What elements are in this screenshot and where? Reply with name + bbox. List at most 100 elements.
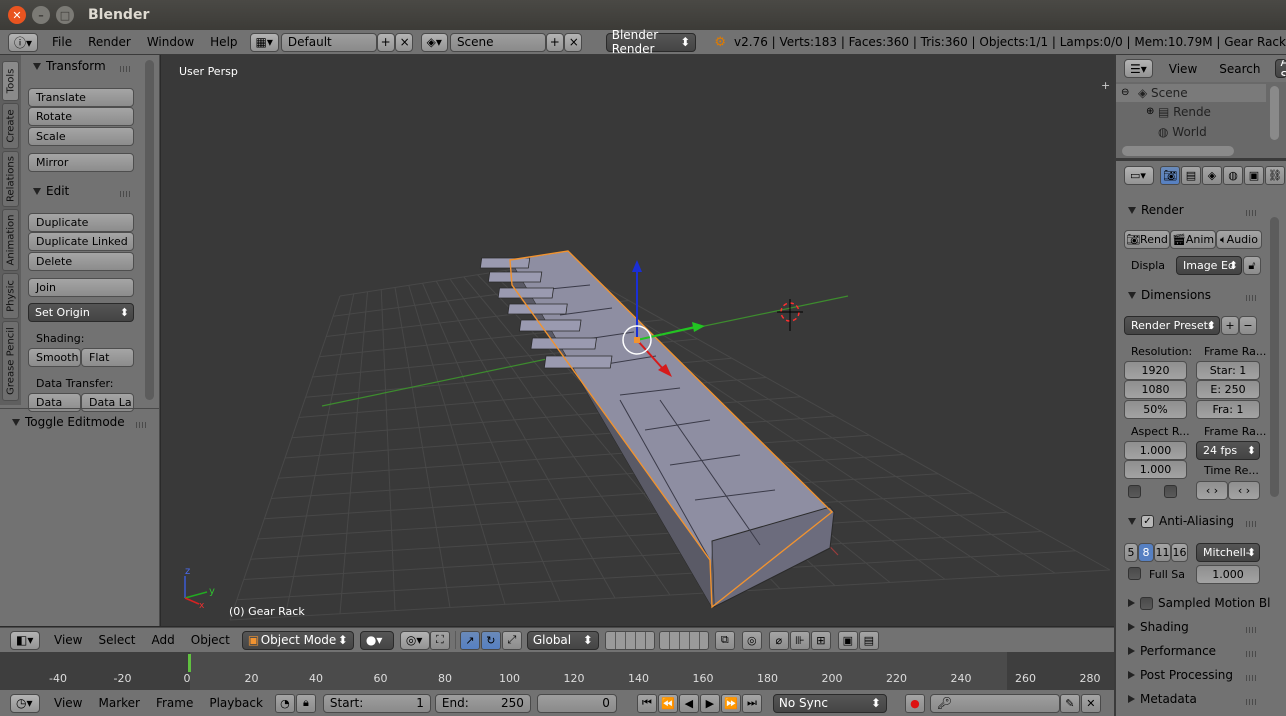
duplicate-button[interactable]: Duplicate: [28, 213, 134, 232]
prev-keyframe-icon[interactable]: ⏪: [657, 693, 678, 713]
menu-view[interactable]: View: [1161, 62, 1205, 76]
crop-checkbox[interactable]: [1164, 485, 1177, 498]
time-old-field[interactable]: ‹ ›: [1196, 481, 1228, 500]
duplicate-linked-button[interactable]: Duplicate Linked: [28, 232, 134, 251]
screen-layout-field[interactable]: Default: [280, 32, 377, 52]
data-layers-button[interactable]: Data La: [81, 393, 134, 412]
timeline-editor-icon[interactable]: ◷▾: [10, 693, 40, 713]
manipulator-toggle-icon[interactable]: ⛶: [429, 630, 450, 650]
snap-target-icon[interactable]: ⊞: [810, 630, 831, 650]
delete-keyframe-icon[interactable]: ✕: [1080, 693, 1101, 713]
scene-field[interactable]: Scene: [449, 32, 546, 52]
add-preset-button[interactable]: +: [1221, 316, 1239, 335]
menu-window[interactable]: Window: [139, 35, 202, 49]
border-checkbox[interactable]: [1128, 485, 1141, 498]
display-dropdown[interactable]: Image Ed ⬍: [1176, 256, 1242, 275]
orientation-dropdown[interactable]: Global ⬍: [526, 630, 599, 650]
menu-search[interactable]: Search: [1211, 62, 1268, 76]
aa-samples-5[interactable]: 5: [1124, 543, 1138, 562]
translate-manipulator-icon[interactable]: ↗: [459, 630, 480, 650]
aa-samples-16[interactable]: 16: [1171, 543, 1188, 562]
render-button[interactable]: 📷︎ Rend: [1124, 230, 1170, 249]
timeline[interactable]: -40 -20 0 20 40 60 80 100 120 140 160 180 200 220 240 2…: [0, 652, 1114, 690]
remove-scene-button[interactable]: ×: [563, 32, 582, 52]
current-frame-indicator[interactable]: [188, 654, 191, 672]
sync-mode-dropdown[interactable]: No Sync ⬍: [772, 693, 887, 713]
frame-end-field[interactable]: E: 250: [1196, 380, 1260, 399]
layers-grid-1[interactable]: [604, 630, 655, 650]
filter-size-field[interactable]: 1.000: [1196, 565, 1260, 584]
outliner-editor-icon[interactable]: ☰▾: [1124, 59, 1153, 78]
resolution-y-field[interactable]: 1080: [1124, 380, 1187, 399]
menu-playback[interactable]: Playback: [201, 696, 271, 710]
layers-grid-2[interactable]: [658, 630, 709, 650]
tab-create[interactable]: Create: [2, 103, 19, 149]
animation-button[interactable]: 🎬︎ Anim: [1170, 230, 1216, 249]
transform-panel-header[interactable]: Transform: [33, 59, 106, 73]
scene-tab-icon[interactable]: ◈: [1202, 165, 1222, 185]
aa-samples-8[interactable]: 8: [1138, 543, 1154, 562]
menu-file[interactable]: File: [44, 35, 80, 49]
panel-grip-icon[interactable]: [1246, 699, 1258, 705]
start-frame-field[interactable]: Start: 1: [322, 693, 431, 713]
aa-samples-11[interactable]: 11: [1154, 543, 1171, 562]
panel-grip-icon[interactable]: [1246, 675, 1258, 681]
full-sample-checkbox[interactable]: [1128, 567, 1141, 580]
edit-panel-header[interactable]: Edit: [33, 184, 69, 198]
add-screen-button[interactable]: +: [376, 32, 395, 52]
audio-button[interactable]: 🔈︎ Audio: [1216, 230, 1262, 249]
editor-type-cube-icon[interactable]: ◧▾: [10, 630, 40, 650]
scene-icon[interactable]: ◈▾: [420, 32, 448, 52]
insert-keyframe-icon[interactable]: ✎: [1059, 693, 1080, 713]
opengl-anim-icon[interactable]: ▤: [858, 630, 879, 650]
smooth-button[interactable]: Smooth: [28, 348, 81, 367]
editor-type-button[interactable]: ⓘ▾: [8, 32, 38, 52]
frame-start-field[interactable]: Star: 1: [1196, 361, 1260, 380]
lock-interface-icon[interactable]: 🔓︎: [1243, 256, 1261, 275]
rotate-manipulator-icon[interactable]: ↻: [480, 630, 501, 650]
play-icon[interactable]: ▶: [699, 693, 720, 713]
record-icon[interactable]: ●: [904, 693, 925, 713]
3d-viewport[interactable]: z y x User Persp (0) Gear Rack +: [161, 55, 1114, 626]
rotate-button[interactable]: Rotate: [28, 107, 134, 126]
menu-add[interactable]: Add: [144, 633, 183, 647]
flat-button[interactable]: Flat: [81, 348, 134, 367]
menu-object[interactable]: Object: [183, 633, 238, 647]
frame-rate-dropdown[interactable]: 24 fps ⬍: [1196, 441, 1260, 460]
properties-editor-icon[interactable]: ▭▾: [1124, 165, 1154, 185]
constraints-tab-icon[interactable]: ⛓: [1265, 165, 1285, 185]
post-processing-panel-header[interactable]: Post Processing: [1128, 668, 1233, 682]
mirror-button[interactable]: Mirror: [28, 153, 134, 172]
snap-element-icon[interactable]: ⊪: [789, 630, 810, 650]
frame-step-field[interactable]: Fra: 1: [1196, 400, 1260, 419]
next-keyframe-icon[interactable]: ⏩: [720, 693, 741, 713]
scale-button[interactable]: Scale: [28, 127, 134, 146]
remove-preset-button[interactable]: −: [1239, 316, 1257, 335]
panel-grip-icon[interactable]: [1246, 651, 1258, 657]
toggle-editmode-panel-header[interactable]: Toggle Editmode: [12, 415, 125, 429]
end-frame-field[interactable]: End: 250: [434, 693, 531, 713]
panel-grip-icon[interactable]: [136, 422, 148, 428]
anti-aliasing-checkbox[interactable]: ✓: [1141, 514, 1154, 528]
shading-panel-header[interactable]: Shading: [1128, 620, 1189, 634]
tool-shelf-scrollbar[interactable]: [145, 60, 154, 400]
render-presets-dropdown[interactable]: Render Presets ⬍: [1124, 316, 1220, 335]
time-new-field[interactable]: ‹ ›: [1228, 481, 1260, 500]
performance-panel-header[interactable]: Performance: [1128, 644, 1216, 658]
expand-icon[interactable]: ⊕: [1146, 106, 1154, 117]
aspect-x-field[interactable]: 1.000: [1124, 441, 1187, 460]
screen-layout-icon[interactable]: ▦▾: [249, 32, 279, 52]
close-window-button[interactable]: ✕: [8, 6, 26, 24]
add-scene-button[interactable]: +: [545, 32, 564, 52]
aa-filter-dropdown[interactable]: Mitchell- ⬍: [1196, 543, 1260, 562]
panel-grip-icon[interactable]: [120, 66, 132, 72]
tab-tools[interactable]: Tools: [2, 61, 19, 101]
object-tab-icon[interactable]: ▣: [1244, 165, 1264, 185]
data-transfer-button[interactable]: Data: [28, 393, 81, 412]
render-engine-dropdown[interactable]: Blender Render ⬍: [605, 28, 697, 56]
scene-item[interactable]: ◈ Scene: [1138, 86, 1188, 100]
anti-aliasing-panel-header[interactable]: ✓ Anti-Aliasing: [1128, 514, 1234, 528]
viewport-shading-dropdown[interactable]: ●▾: [359, 630, 394, 650]
pivot-point-dropdown[interactable]: ◎▾: [399, 630, 430, 650]
opengl-render-icon[interactable]: ▣: [837, 630, 858, 650]
